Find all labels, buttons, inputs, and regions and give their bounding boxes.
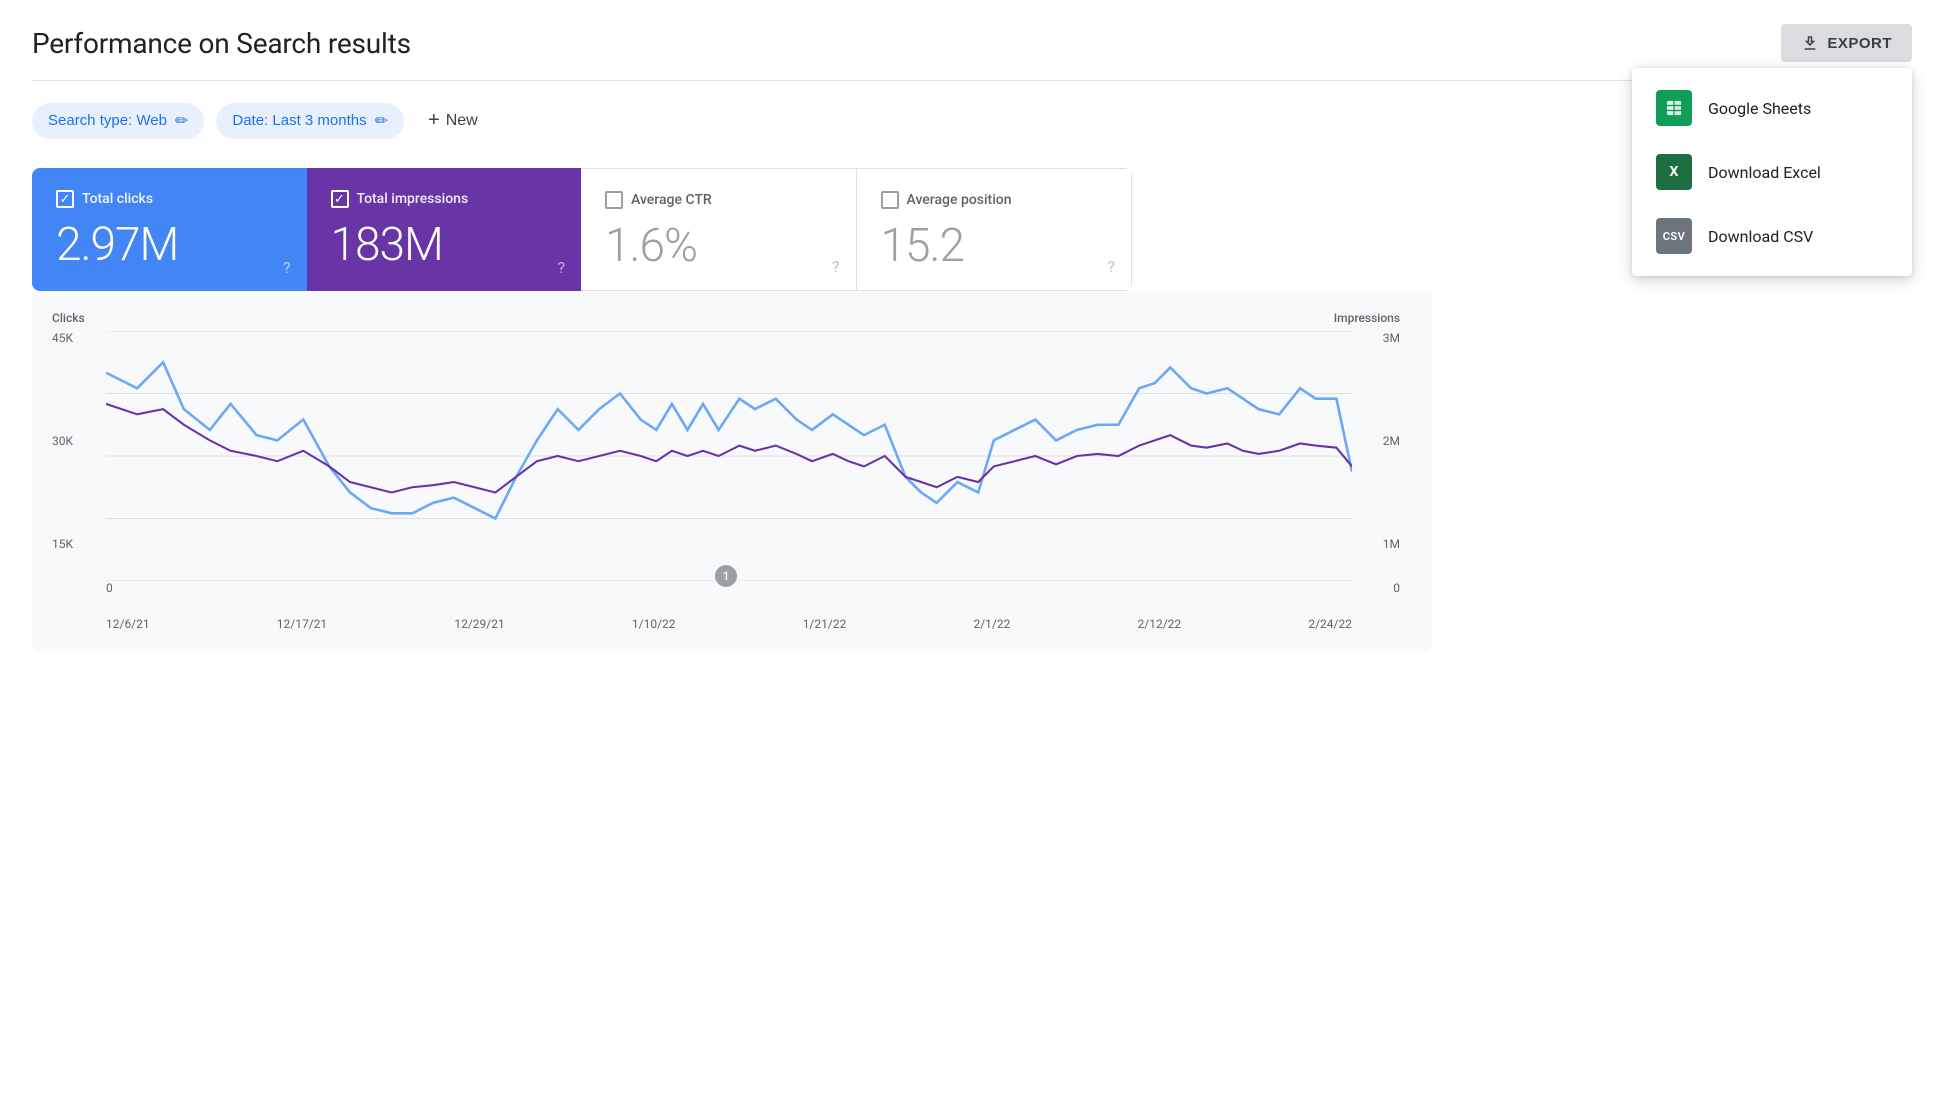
x-label-6: 2/1/22 — [973, 617, 1010, 631]
y-label-right-2m: 2M — [1383, 434, 1400, 448]
metric-label-row-ctr: Average CTR — [605, 191, 832, 209]
x-label-7: 2/12/22 — [1138, 617, 1182, 631]
main-container: Performance on Search results EXPORT Sea… — [0, 0, 1944, 1098]
sheets-svg — [1664, 98, 1684, 118]
export-label: EXPORT — [1827, 35, 1892, 52]
zero-label-right: 0 — [1393, 581, 1400, 595]
metric-checkbox-ctr[interactable] — [605, 191, 623, 209]
y-label-left-15k: 15K — [52, 537, 73, 551]
google-sheets-icon — [1656, 90, 1692, 126]
metric-average-ctr[interactable]: Average CTR 1.6% ? — [581, 168, 857, 291]
x-label-2: 12/17/21 — [277, 617, 327, 631]
help-icon-position[interactable]: ? — [1107, 257, 1115, 276]
help-icon-clicks[interactable]: ? — [283, 258, 291, 277]
filter-row: Search type: Web ✏ Date: Last 3 months ✏… — [32, 101, 1912, 140]
help-icon-ctr[interactable]: ? — [832, 257, 840, 276]
edit-icon: ✏ — [175, 111, 188, 131]
x-labels: 12/6/21 12/17/21 12/29/21 1/10/22 1/21/2… — [106, 617, 1352, 631]
dropdown-item-google-sheets[interactable]: Google Sheets — [1632, 76, 1912, 140]
page-title: Performance on Search results — [32, 27, 411, 60]
dropdown-item-download-csv[interactable]: CSV Download CSV — [1632, 204, 1912, 268]
download-icon — [1801, 34, 1819, 52]
metric-value-impressions: 183M — [331, 220, 558, 271]
clicks-line — [106, 362, 1352, 518]
y-label-left-45k: 45K — [52, 331, 73, 345]
metric-average-position[interactable]: Average position 15.2 ? — [857, 168, 1133, 291]
metric-total-impressions[interactable]: ✓ Total impressions 183M ? — [307, 168, 582, 291]
chart-container: Clicks 45K 30K 15K Impressions 3M 2M 1M — [32, 291, 1432, 651]
download-excel-label: Download Excel — [1708, 163, 1821, 182]
chart-svg — [106, 331, 1352, 581]
x-label-5: 1/21/22 — [803, 617, 847, 631]
date-label: Date: Last 3 months — [232, 112, 366, 129]
metric-label-row-clicks: ✓ Total clicks — [56, 190, 283, 208]
metric-checkbox-impressions[interactable]: ✓ — [331, 190, 349, 208]
csv-icon: CSV — [1656, 218, 1692, 254]
right-axis-title: Impressions — [1334, 311, 1400, 325]
chart-badge: 1 — [715, 565, 737, 587]
metric-label-row-position: Average position — [881, 191, 1108, 209]
left-axis-title: Clicks — [52, 311, 85, 325]
export-dropdown: Google Sheets X Download Excel CSV Downl… — [1632, 68, 1912, 276]
new-label: New — [446, 112, 478, 130]
right-axis: Impressions 3M 2M 1M — [1356, 311, 1400, 551]
metric-name-clicks: Total clicks — [82, 191, 153, 207]
excel-icon: X — [1656, 154, 1692, 190]
y-label-right-3m: 3M — [1383, 331, 1400, 345]
download-csv-label: Download CSV — [1708, 227, 1813, 246]
zero-label-left: 0 — [106, 581, 113, 595]
x-label-1: 12/6/21 — [106, 617, 150, 631]
google-sheets-label: Google Sheets — [1708, 99, 1811, 118]
edit-icon-date: ✏ — [375, 111, 388, 131]
date-filter[interactable]: Date: Last 3 months ✏ — [216, 103, 404, 139]
y-label-right-1m: 1M — [1383, 537, 1400, 551]
checkmark-clicks: ✓ — [60, 192, 71, 207]
metric-name-position: Average position — [907, 192, 1012, 208]
metric-name-impressions: Total impressions — [357, 191, 469, 207]
metric-label-row-impressions: ✓ Total impressions — [331, 190, 558, 208]
x-label-3: 12/29/21 — [454, 617, 504, 631]
header-row: Performance on Search results EXPORT — [32, 24, 1912, 62]
metrics-row: ✓ Total clicks 2.97M ? ✓ Total impressio… — [32, 168, 1132, 291]
chart-svg-container — [106, 331, 1352, 581]
export-button[interactable]: EXPORT — [1781, 24, 1912, 62]
metric-value-clicks: 2.97M — [56, 220, 283, 271]
x-label-4: 1/10/22 — [632, 617, 676, 631]
y-label-left-30k: 30K — [52, 434, 73, 448]
new-button[interactable]: + New — [416, 101, 490, 140]
metric-checkbox-clicks[interactable]: ✓ — [56, 190, 74, 208]
impressions-line — [106, 404, 1352, 493]
help-icon-impressions[interactable]: ? — [557, 258, 565, 277]
x-label-8: 2/24/22 — [1308, 617, 1352, 631]
search-type-filter[interactable]: Search type: Web ✏ — [32, 103, 204, 139]
left-axis: Clicks 45K 30K 15K — [52, 311, 104, 551]
metric-total-clicks[interactable]: ✓ Total clicks 2.97M ? — [32, 168, 307, 291]
plus-icon: + — [428, 109, 440, 132]
dropdown-item-download-excel[interactable]: X Download Excel — [1632, 140, 1912, 204]
search-type-label: Search type: Web — [48, 112, 167, 129]
metric-checkbox-position[interactable] — [881, 191, 899, 209]
metric-value-ctr: 1.6% — [605, 221, 832, 272]
chart-wrapper: Clicks 45K 30K 15K Impressions 3M 2M 1M — [52, 311, 1400, 631]
header-divider — [32, 80, 1912, 81]
checkmark-impressions: ✓ — [334, 192, 345, 207]
metric-value-position: 15.2 — [881, 221, 1108, 272]
metric-name-ctr: Average CTR — [631, 192, 712, 208]
